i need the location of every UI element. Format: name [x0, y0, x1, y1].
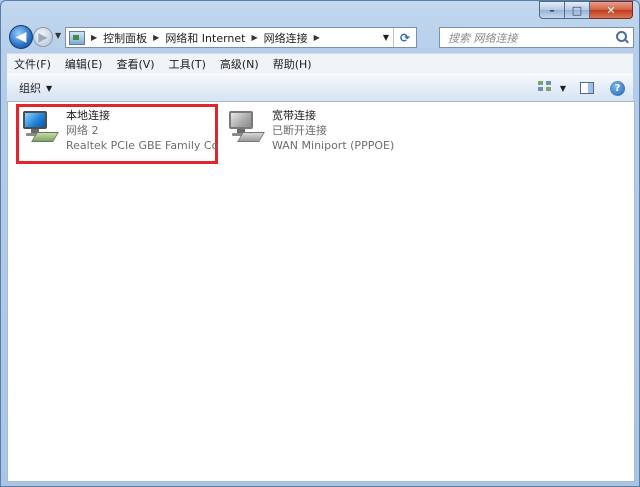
connection-status: 网络 2	[66, 124, 99, 137]
connection-item-broadband[interactable]: 宽带连接 已断开连接 WAN Miniport (PPPOE)	[226, 108, 394, 153]
breadcrumb-network-internet[interactable]: 网络和 Internet	[165, 30, 245, 46]
connection-name: 本地连接	[66, 109, 110, 122]
menu-tools[interactable]: 工具(T)	[162, 56, 213, 72]
search-icon[interactable]	[613, 29, 631, 47]
breadcrumb-separator-icon[interactable]: ▶	[91, 33, 97, 42]
change-view-icon[interactable]	[537, 81, 554, 95]
connection-device: Realtek PCIe GBE Family Contr...	[66, 139, 218, 152]
address-controls: ▼ ⟳	[378, 28, 416, 47]
search-input[interactable]: 搜索 网络连接	[448, 30, 613, 46]
address-dropdown-icon[interactable]: ▼	[378, 28, 393, 47]
control-panel-icon	[69, 30, 85, 45]
breadcrumb-network-connections[interactable]: 网络连接	[264, 30, 308, 46]
connection-item-local[interactable]: 本地连接 网络 2 Realtek PCIe GBE Family Contr.…	[20, 108, 218, 153]
explorer-window: – □ ✕ ◀ ▶ ▼ ▶ 控制面板 ▶ 网络和 Internet ▶ 网络连接…	[0, 0, 640, 487]
close-button[interactable]: ✕	[590, 1, 633, 19]
minimize-button[interactable]: –	[539, 1, 565, 19]
breadcrumb-separator-icon[interactable]: ▶	[153, 33, 159, 42]
organize-button[interactable]: 组织 ▼	[19, 80, 52, 96]
menu-advanced[interactable]: 高级(N)	[213, 56, 266, 72]
breadcrumb-control-panel[interactable]: 控制面板	[103, 30, 147, 46]
connection-device: WAN Miniport (PPPOE)	[272, 139, 395, 152]
menu-view[interactable]: 查看(V)	[109, 56, 161, 72]
search-box[interactable]: 搜索 网络连接	[439, 27, 634, 48]
organize-label: 组织	[19, 82, 41, 95]
command-bar: 组织 ▼ ▼ ?	[7, 74, 633, 102]
address-bar[interactable]: ▶ 控制面板 ▶ 网络和 Internet ▶ 网络连接 ▶ ▼ ⟳	[65, 27, 417, 48]
caption-buttons: – □ ✕	[539, 1, 633, 19]
network-adapter-icon	[20, 108, 59, 146]
forward-button[interactable]: ▶	[33, 27, 53, 47]
preview-pane-icon[interactable]	[580, 82, 594, 94]
menu-help[interactable]: 帮助(H)	[266, 56, 319, 72]
navigation-bar: ◀ ▶ ▼ ▶ 控制面板 ▶ 网络和 Internet ▶ 网络连接 ▶ ▼ ⟳…	[7, 25, 634, 51]
recent-pages-dropdown[interactable]: ▼	[55, 31, 61, 40]
menu-file[interactable]: 文件(F)	[7, 56, 58, 72]
menu-edit[interactable]: 编辑(E)	[58, 56, 110, 72]
connections-list: 本地连接 网络 2 Realtek PCIe GBE Family Contr.…	[7, 101, 635, 482]
connection-status: 已断开连接	[272, 124, 327, 137]
network-adapter-disconnected-icon	[226, 108, 265, 146]
chevron-down-icon: ▼	[46, 83, 53, 93]
help-icon[interactable]: ?	[610, 80, 625, 96]
menu-bar: 文件(F) 编辑(E) 查看(V) 工具(T) 高级(N) 帮助(H)	[7, 53, 633, 74]
refresh-icon[interactable]: ⟳	[393, 28, 416, 47]
maximize-button[interactable]: □	[565, 1, 590, 19]
connection-name: 宽带连接	[272, 109, 316, 122]
view-options-dropdown-icon[interactable]: ▼	[560, 84, 566, 93]
breadcrumb-separator-icon[interactable]: ▶	[252, 33, 258, 42]
breadcrumb-separator-icon[interactable]: ▶	[314, 33, 320, 42]
back-button[interactable]: ◀	[9, 25, 33, 49]
command-bar-tools: ▼ ?	[537, 80, 625, 96]
